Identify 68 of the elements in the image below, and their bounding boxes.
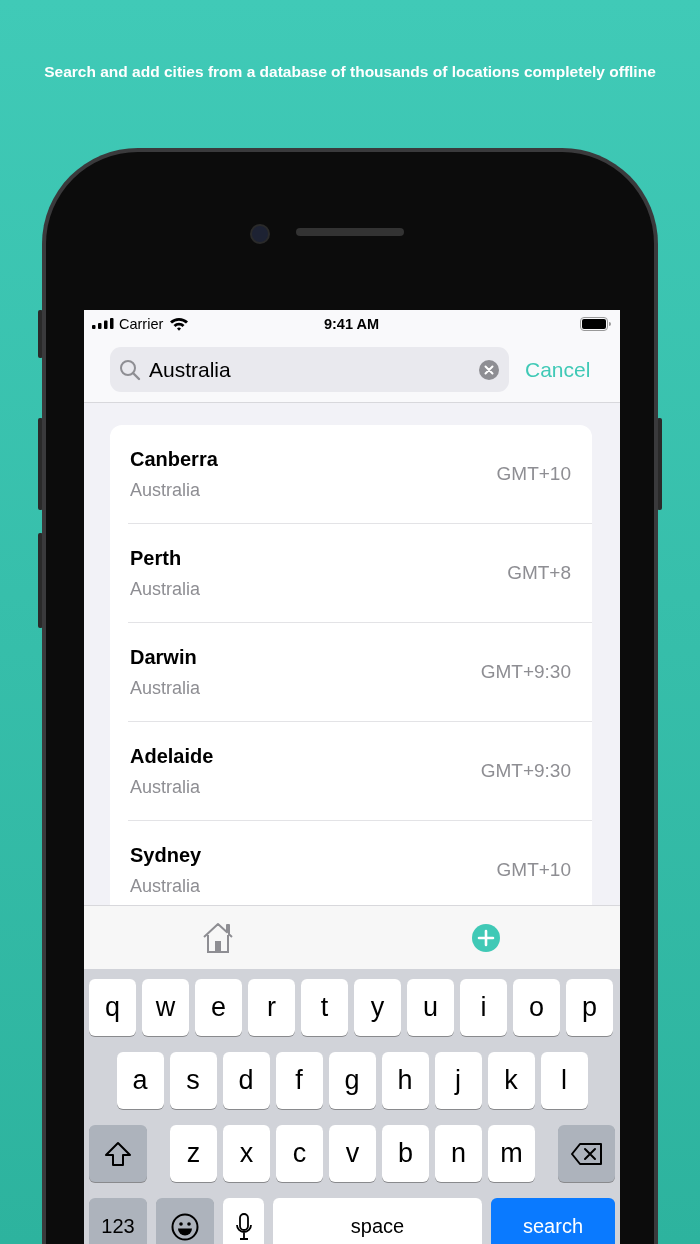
key[interactable]: j bbox=[434, 1052, 482, 1109]
time-offset: GMT+9:30 bbox=[480, 760, 571, 782]
result-row[interactable]: Perth Australia GMT+8 bbox=[128, 524, 592, 623]
status-time: 9:41 AM bbox=[322, 315, 381, 332]
key[interactable]: p bbox=[566, 979, 613, 1036]
key[interactable]: q bbox=[89, 979, 136, 1036]
wifi-icon bbox=[169, 316, 190, 331]
time-offset: GMT+8 bbox=[507, 562, 571, 584]
key[interactable]: o bbox=[513, 979, 560, 1036]
caption: Search and add cities from a database of thousands of locations completely offline bbox=[43, 62, 657, 82]
key[interactable]: w bbox=[142, 979, 189, 1036]
key[interactable]: x bbox=[223, 1125, 270, 1182]
key[interactable]: h bbox=[381, 1052, 429, 1109]
carrier-name: Carrier bbox=[119, 315, 164, 332]
key[interactable]: y bbox=[354, 979, 401, 1036]
emoji-icon bbox=[171, 1212, 199, 1241]
key[interactable]: g bbox=[328, 1052, 376, 1109]
city-name: Canberra bbox=[130, 447, 219, 471]
search-key[interactable]: search bbox=[491, 1198, 615, 1244]
dictation-key[interactable] bbox=[223, 1198, 264, 1244]
key[interactable]: n bbox=[435, 1125, 482, 1182]
country-name: Australia bbox=[130, 677, 202, 699]
key[interactable]: f bbox=[275, 1052, 323, 1109]
key[interactable]: r bbox=[248, 979, 295, 1036]
city-name: Darwin bbox=[130, 645, 198, 669]
key[interactable]: z bbox=[170, 1125, 217, 1182]
key[interactable]: d bbox=[222, 1052, 270, 1109]
key[interactable]: i bbox=[460, 979, 507, 1036]
search-icon bbox=[119, 358, 141, 381]
camera-icon bbox=[250, 224, 270, 244]
key[interactable]: a bbox=[116, 1052, 164, 1109]
key[interactable]: l bbox=[540, 1052, 588, 1109]
numbers-key[interactable]: 123 bbox=[89, 1198, 147, 1244]
city-name: Adelaide bbox=[130, 744, 215, 768]
delete-key[interactable] bbox=[558, 1125, 615, 1182]
shift-key[interactable] bbox=[89, 1125, 147, 1182]
result-row[interactable]: Canberra Australia GMT+10 bbox=[128, 425, 592, 524]
signal-icon bbox=[92, 318, 115, 329]
time-offset: GMT+9:30 bbox=[480, 661, 571, 683]
delete-icon bbox=[570, 1142, 603, 1165]
key[interactable]: s bbox=[169, 1052, 217, 1109]
battery-icon bbox=[580, 316, 611, 331]
clear-icon[interactable] bbox=[479, 359, 499, 380]
key[interactable]: t bbox=[301, 979, 348, 1036]
result-row[interactable]: Adelaide Australia GMT+9:30 bbox=[128, 722, 592, 821]
country-name: Australia bbox=[130, 776, 202, 798]
country-name: Australia bbox=[130, 578, 202, 600]
key[interactable]: e bbox=[195, 979, 242, 1036]
key[interactable]: b bbox=[382, 1125, 429, 1182]
key[interactable]: u bbox=[407, 979, 454, 1036]
time-offset: GMT+10 bbox=[496, 859, 571, 881]
key[interactable]: m bbox=[488, 1125, 535, 1182]
result-row[interactable]: Darwin Australia GMT+9:30 bbox=[128, 623, 592, 722]
key[interactable]: v bbox=[329, 1125, 376, 1182]
country-name: Australia bbox=[130, 875, 202, 897]
shift-icon bbox=[104, 1140, 132, 1167]
city-name: Perth bbox=[130, 546, 183, 570]
city-name: Sydney bbox=[130, 843, 203, 867]
time-offset: GMT+10 bbox=[496, 463, 571, 485]
country-name: Australia bbox=[130, 479, 202, 501]
search-field[interactable]: Australia bbox=[110, 347, 509, 392]
microphone-icon bbox=[234, 1212, 253, 1241]
home-icon[interactable] bbox=[201, 921, 235, 954]
emoji-key[interactable] bbox=[156, 1198, 214, 1244]
key[interactable]: c bbox=[276, 1125, 323, 1182]
space-key[interactable]: space bbox=[273, 1198, 482, 1244]
search-text: Australia bbox=[149, 357, 232, 382]
key[interactable]: k bbox=[487, 1052, 535, 1109]
